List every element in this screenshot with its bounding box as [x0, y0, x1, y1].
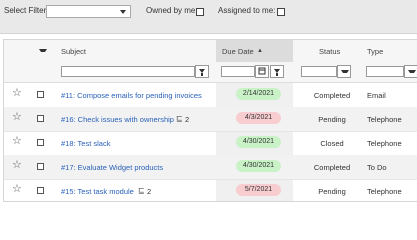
- star-icon[interactable]: ☆: [12, 160, 22, 171]
- type-text: Email: [367, 91, 386, 100]
- chevron-down-icon: [120, 10, 126, 14]
- chevron-down-icon: [408, 70, 416, 73]
- row-checkbox[interactable]: [37, 91, 44, 98]
- star-icon[interactable]: ☆: [12, 136, 22, 147]
- due-date-filter-button[interactable]: [270, 65, 284, 78]
- status-filter-dropdown[interactable]: [337, 65, 351, 78]
- column-header-due-date[interactable]: Due Date: [222, 47, 254, 56]
- task-subject-link[interactable]: #18: Test slack: [61, 139, 110, 148]
- column-header-type[interactable]: Type: [367, 47, 383, 56]
- row-checkbox[interactable]: [37, 163, 44, 170]
- subject-filter-button[interactable]: [195, 65, 209, 78]
- row-checkbox[interactable]: [37, 115, 44, 122]
- owned-by-me-label: Owned by me:: [146, 6, 198, 15]
- subtask-count: 2: [185, 115, 190, 124]
- filter-icon: [274, 69, 280, 76]
- due-date-badge: 4/30/2021: [236, 160, 281, 172]
- column-header-status[interactable]: Status: [319, 47, 340, 56]
- type-filter-dropdown[interactable]: [404, 65, 417, 78]
- chevron-down-icon: [341, 70, 349, 73]
- status-text: Completed: [313, 91, 351, 100]
- assigned-to-me-label: Assigned to me:: [218, 6, 276, 15]
- due-date-badge: 2/14/2021: [236, 88, 281, 100]
- type-text: Telephone: [367, 115, 402, 124]
- select-column-menu-icon[interactable]: [39, 49, 47, 52]
- type-text: Telephone: [367, 139, 402, 148]
- subtask-icon: ⊑: [176, 114, 183, 123]
- assigned-to-me-checkbox[interactable]: [277, 8, 285, 16]
- star-icon[interactable]: ☆: [12, 112, 22, 123]
- table-row[interactable]: ☆ #15: Test task module ⊑ 2 5/7/2021 Pen…: [4, 179, 417, 201]
- filter-icon: [199, 69, 205, 76]
- table-row[interactable]: ☆ #18: Test slack 4/30/2021 Closed Telep…: [4, 131, 417, 156]
- filter-bar: Select Filter: Owned by me: Assigned to …: [0, 0, 417, 34]
- table-row[interactable]: ☆ #11: Compose emails for pending invoic…: [4, 83, 417, 108]
- status-text: Closed: [320, 139, 344, 148]
- owned-by-me-checkbox[interactable]: [196, 8, 204, 16]
- star-icon[interactable]: ☆: [12, 88, 22, 99]
- type-text: To Do: [367, 163, 387, 172]
- subtask-count: 2: [147, 187, 152, 196]
- date-picker-button[interactable]: [255, 65, 269, 78]
- status-filter-input[interactable]: [301, 66, 337, 77]
- subtask-icon: ⊑: [138, 186, 145, 195]
- star-icon[interactable]: ☆: [12, 184, 22, 195]
- task-subject-link[interactable]: #16: Check issues with ownership: [61, 115, 174, 124]
- status-text: Completed: [313, 163, 351, 172]
- table-row[interactable]: ☆ #16: Check issues with ownership ⊑ 2 4…: [4, 107, 417, 132]
- status-text: Pending: [318, 115, 346, 124]
- row-checkbox[interactable]: [37, 187, 44, 194]
- task-grid: Subject Due Date ▲ Status Type ☆ #11: Co…: [3, 39, 417, 202]
- select-filter-dropdown[interactable]: [46, 5, 131, 18]
- table-row[interactable]: ☆ #17: Evaluate Widget products 4/30/202…: [4, 155, 417, 180]
- due-date-filter-input[interactable]: [221, 66, 255, 77]
- calendar-icon: [258, 67, 266, 75]
- column-header-subject[interactable]: Subject: [61, 47, 86, 56]
- due-date-badge: 5/7/2021: [236, 184, 281, 196]
- row-checkbox[interactable]: [37, 139, 44, 146]
- type-text: Telephone: [367, 187, 402, 196]
- grid-header-row: Subject Due Date ▲ Status Type: [4, 40, 417, 63]
- task-subject-link[interactable]: #11: Compose emails for pending invoices: [61, 91, 202, 100]
- task-subject-link[interactable]: #15: Test task module: [61, 187, 134, 196]
- select-filter-label: Select Filter:: [4, 6, 49, 15]
- task-subject-link[interactable]: #17: Evaluate Widget products: [61, 163, 163, 172]
- sort-ascending-icon: ▲: [257, 48, 263, 54]
- grid-filter-row: [4, 62, 417, 83]
- due-date-badge: 4/30/2021: [236, 136, 281, 148]
- status-text: Pending: [318, 187, 346, 196]
- subject-filter-input[interactable]: [61, 66, 195, 77]
- type-filter-input[interactable]: [366, 66, 404, 77]
- due-date-badge: 4/3/2021: [236, 112, 281, 124]
